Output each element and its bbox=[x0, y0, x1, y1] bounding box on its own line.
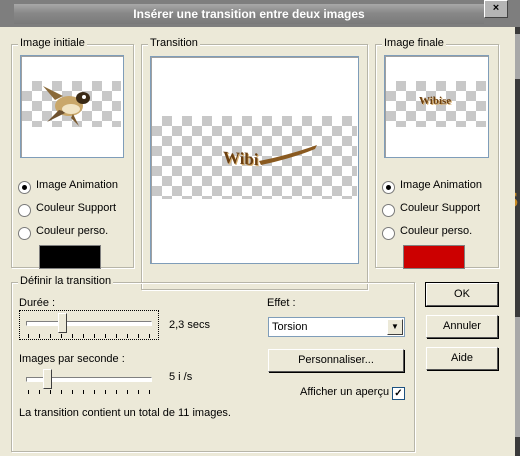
bird-image-icon bbox=[43, 86, 90, 126]
duration-label: Durée : bbox=[19, 297, 56, 309]
fps-slider-thumb[interactable] bbox=[43, 369, 52, 389]
initial-radio-support-color-label: Couleur Support bbox=[36, 202, 117, 214]
fps-value: 5 i /s bbox=[169, 371, 193, 383]
window-title: Insérer une transition entre deux images bbox=[14, 4, 484, 24]
fps-slider-ticks bbox=[28, 390, 152, 394]
duration-slider-thumb[interactable] bbox=[58, 313, 67, 333]
final-image-group: Image finale Wibise Image Animation Coul… bbox=[375, 37, 499, 269]
final-image-preview: Wibise bbox=[384, 55, 489, 158]
final-radio-support-color[interactable] bbox=[382, 204, 395, 217]
initial-radio-support-color[interactable] bbox=[18, 204, 31, 217]
initial-radio-animation-label: Image Animation bbox=[36, 179, 118, 191]
transition-preview: Wibi bbox=[150, 56, 359, 264]
effect-select[interactable]: Torsion ▼ bbox=[268, 317, 405, 337]
final-radio-animation[interactable] bbox=[382, 181, 395, 194]
close-button[interactable]: × bbox=[484, 0, 508, 18]
final-radio-custom-color[interactable] bbox=[382, 227, 395, 240]
final-radio-support-color-label: Couleur Support bbox=[400, 202, 481, 214]
torsion-ribbon-icon bbox=[259, 145, 317, 165]
final-image-group-label: Image finale bbox=[382, 37, 446, 49]
transition-group-label: Transition bbox=[148, 37, 200, 49]
initial-image-group: Image initiale Image Animation Couleur S… bbox=[11, 37, 134, 269]
initial-radio-custom-color-label: Couleur perso. bbox=[36, 225, 109, 237]
final-radio-custom-color-label: Couleur perso. bbox=[400, 225, 473, 237]
transition-summary: La transition contient un total de 11 im… bbox=[19, 407, 231, 419]
preview-checkbox-label: Afficher un aperçu bbox=[300, 386, 390, 398]
define-transition-group: Définir la transition Durée : 2,3 secs I… bbox=[11, 275, 415, 452]
customize-button[interactable]: Personnaliser... bbox=[268, 349, 404, 372]
fps-slider[interactable] bbox=[20, 367, 158, 395]
duration-slider-track bbox=[26, 321, 152, 326]
duration-slider-ticks bbox=[28, 334, 152, 338]
initial-radio-animation[interactable] bbox=[18, 181, 31, 194]
ok-button[interactable]: OK bbox=[425, 282, 499, 307]
final-radio-animation-label: Image Animation bbox=[400, 179, 482, 191]
help-button[interactable]: Aide bbox=[426, 347, 498, 370]
fps-label: Images par seconde : bbox=[19, 353, 125, 365]
duration-slider[interactable] bbox=[19, 310, 159, 340]
initial-color-swatch[interactable] bbox=[39, 245, 101, 269]
transition-preview-text: Wibi bbox=[223, 147, 259, 170]
final-color-swatch[interactable] bbox=[403, 245, 465, 269]
final-preview-text: Wibise bbox=[419, 95, 452, 107]
initial-radio-custom-color[interactable] bbox=[18, 227, 31, 240]
cancel-button[interactable]: Annuler bbox=[426, 315, 498, 338]
transition-group: Transition Wibi bbox=[141, 37, 368, 290]
initial-image-group-label: Image initiale bbox=[18, 37, 87, 49]
initial-image-preview bbox=[20, 55, 124, 158]
define-transition-group-label: Définir la transition bbox=[18, 275, 114, 287]
duration-value: 2,3 secs bbox=[169, 319, 210, 331]
dialog-body: Image initiale Image Animation Couleur S… bbox=[0, 27, 515, 456]
chevron-down-icon[interactable]: ▼ bbox=[387, 319, 403, 335]
effect-select-value: Torsion bbox=[272, 321, 308, 333]
effect-label: Effet : bbox=[267, 297, 296, 309]
preview-checkbox[interactable]: ✓ bbox=[392, 387, 405, 400]
